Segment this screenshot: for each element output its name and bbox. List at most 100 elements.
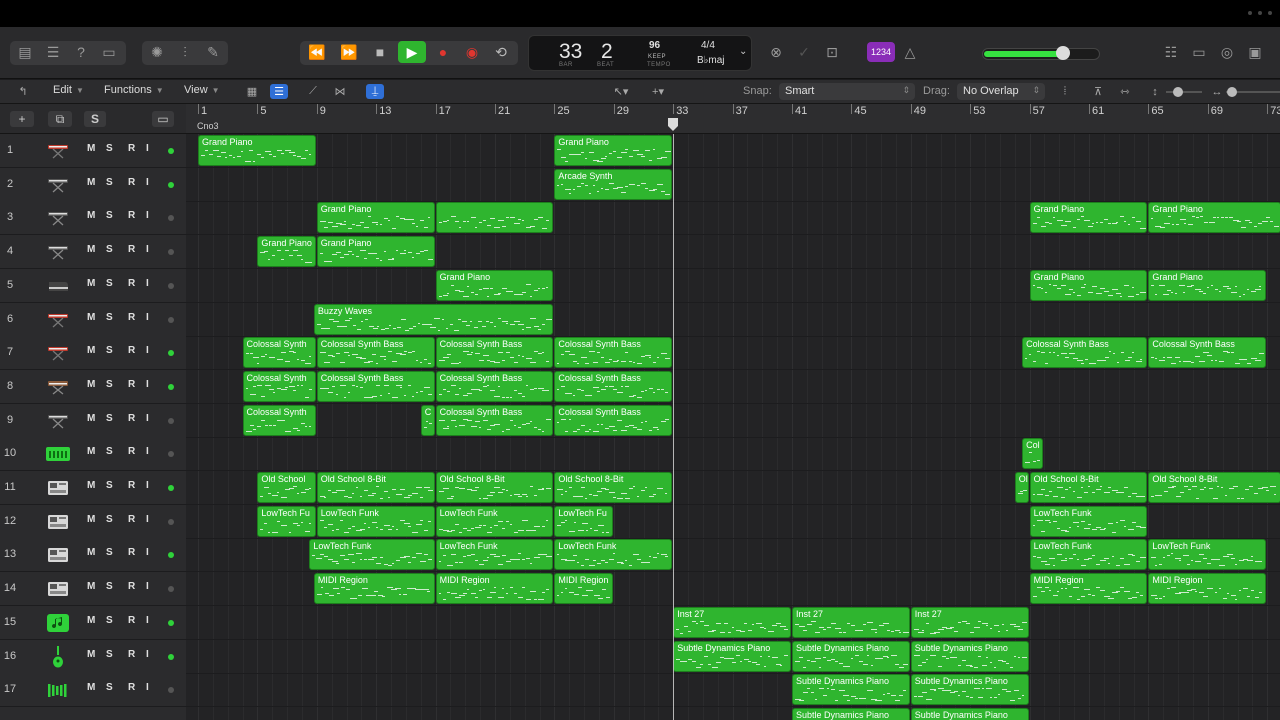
- flex-icon[interactable]: ⋈: [331, 84, 349, 99]
- vibraphone-icon[interactable]: [46, 680, 70, 700]
- midi-region[interactable]: Old School 8-Bit: [316, 472, 435, 503]
- midi-region[interactable]: Grand Piano: [316, 202, 435, 234]
- record-enable-button[interactable]: R: [128, 210, 135, 221]
- track-header[interactable]: 12 M S R I: [0, 504, 186, 539]
- record-enable-button[interactable]: R: [128, 514, 135, 525]
- input-monitor-button[interactable]: I: [146, 682, 149, 693]
- track-lane[interactable]: [186, 168, 1280, 202]
- midi-region[interactable]: MIDI Region: [1148, 573, 1267, 605]
- keyboard-red-icon[interactable]: [46, 141, 70, 161]
- midi-region[interactable]: Subtle Dynamics Piano: [792, 640, 910, 672]
- track-header[interactable]: 5 MS RI: [0, 268, 186, 303]
- midi-region[interactable]: MIDI Region: [1029, 573, 1148, 605]
- inspector-icon[interactable]: ☰: [42, 41, 64, 63]
- midi-region[interactable]: [435, 202, 554, 234]
- rewind-icon[interactable]: ⏪: [306, 41, 328, 63]
- midi-region[interactable]: Ol: [1014, 472, 1029, 503]
- smart-controls-icon[interactable]: ✺: [146, 41, 168, 63]
- record-enable-button[interactable]: R: [128, 480, 135, 491]
- horizontal-fit-icon[interactable]: ⇿: [1116, 84, 1134, 99]
- master-volume-knob[interactable]: [1055, 46, 1070, 60]
- vertical-zoom-icon[interactable]: ↕: [1146, 84, 1164, 99]
- track-activity-dot[interactable]: [168, 417, 174, 424]
- solo-button[interactable]: S: [106, 615, 113, 626]
- midi-region[interactable]: Colossal Synth Bass: [554, 337, 673, 369]
- track-activity-dot[interactable]: [168, 181, 174, 188]
- mute-button[interactable]: M: [87, 615, 95, 626]
- horizontal-zoom-knob[interactable]: [1227, 87, 1237, 97]
- solo-button[interactable]: S: [106, 244, 113, 255]
- track-lane[interactable]: [186, 437, 1280, 472]
- solo-button[interactable]: S: [106, 345, 113, 356]
- midi-region[interactable]: Inst 27: [792, 606, 910, 638]
- solo-button[interactable]: S: [106, 547, 113, 558]
- waveform-zoom-icon[interactable]: ⦙: [1056, 84, 1074, 99]
- midi-region[interactable]: Colossal Synth Bass: [316, 370, 435, 402]
- midi-region[interactable]: Subtle Dynamics Piano: [673, 640, 791, 672]
- midi-region[interactable]: Old School 8-Bit: [1029, 472, 1148, 503]
- midi-region[interactable]: LowTech Funk: [435, 505, 554, 537]
- mute-button[interactable]: M: [87, 278, 95, 289]
- midi-region[interactable]: Arcade Synth: [554, 168, 673, 200]
- input-monitor-button[interactable]: I: [146, 649, 149, 660]
- solo-icon[interactable]: ⊡: [821, 41, 843, 63]
- midi-region[interactable]: Grand Piano: [316, 236, 435, 268]
- record-enable-button[interactable]: R: [128, 177, 135, 188]
- mute-button[interactable]: M: [87, 143, 95, 154]
- input-monitor-button[interactable]: I: [146, 581, 149, 592]
- midi-region[interactable]: LowTech Funk: [554, 539, 673, 571]
- list-view-icon[interactable]: ☰: [270, 84, 288, 99]
- input-monitor-button[interactable]: I: [146, 615, 149, 626]
- midi-region[interactable]: Colossal Synth: [242, 404, 316, 436]
- midi-region[interactable]: Grand Piano: [435, 269, 554, 301]
- midi-region[interactable]: Grand Piano: [554, 135, 673, 166]
- midi-region[interactable]: Old School 8-Bit: [435, 472, 554, 503]
- midi-region[interactable]: LowTech Funk: [309, 539, 435, 571]
- keyboard-red-icon[interactable]: [46, 343, 70, 363]
- solo-button[interactable]: S: [106, 413, 113, 424]
- sampler-icon[interactable]: [46, 512, 70, 532]
- mute-button[interactable]: M: [87, 514, 95, 525]
- keyboard-red-icon[interactable]: [46, 310, 70, 330]
- midi-region[interactable]: Old School 8-Bit: [1148, 472, 1280, 503]
- duplicate-track-button[interactable]: ⧉: [48, 111, 72, 127]
- input-monitor-button[interactable]: I: [146, 547, 149, 558]
- track-header[interactable]: 7 MS RI: [0, 336, 186, 371]
- sampler-icon[interactable]: [46, 579, 70, 599]
- play-icon[interactable]: ▶: [398, 41, 426, 63]
- keyboard-stand-icon[interactable]: [46, 242, 70, 262]
- input-monitor-button[interactable]: I: [146, 312, 149, 323]
- sampler-icon[interactable]: [46, 478, 70, 498]
- record-enable-button[interactable]: R: [128, 413, 135, 424]
- solo-button[interactable]: S: [106, 446, 113, 457]
- toolbar-icon[interactable]: ▭: [98, 41, 120, 63]
- midi-region[interactable]: Colossal Synth Bass: [554, 404, 673, 436]
- add-track-button[interactable]: +: [10, 111, 34, 127]
- track-header[interactable]: 3 MS RI: [0, 201, 186, 236]
- solo-button[interactable]: S: [106, 514, 113, 525]
- back-arrow-icon[interactable]: ↰: [14, 84, 32, 99]
- solo-button[interactable]: S: [106, 480, 113, 491]
- input-monitor-button[interactable]: I: [146, 143, 149, 154]
- stop-icon[interactable]: ■: [369, 41, 391, 63]
- input-monitor-button[interactable]: I: [146, 413, 149, 424]
- input-monitor-button[interactable]: I: [146, 177, 149, 188]
- midi-region[interactable]: Old School: [257, 472, 316, 503]
- solo-button[interactable]: S: [106, 682, 113, 693]
- track-header[interactable]: 11 M S R I: [0, 471, 186, 505]
- track-activity-dot[interactable]: [168, 350, 174, 357]
- track-header[interactable]: 6 MS RI: [0, 302, 186, 337]
- solo-button[interactable]: S: [106, 177, 113, 188]
- playhead[interactable]: [673, 134, 675, 720]
- midi-region[interactable]: Colossal Synth Bass: [1148, 337, 1267, 369]
- mute-button[interactable]: M: [87, 244, 95, 255]
- list-editors-icon[interactable]: ☷: [1160, 41, 1182, 63]
- track-lane[interactable]: [186, 134, 1280, 168]
- solo-button[interactable]: S: [106, 379, 113, 390]
- notepad-icon[interactable]: ▭: [1188, 41, 1210, 63]
- record-enable-button[interactable]: R: [128, 547, 135, 558]
- bar-ruler[interactable]: Cno3 1 5 9 13 17 21 25 29 33 37 41 45 49 53 57 61 65 69 73: [186, 104, 1280, 134]
- midi-region[interactable]: LowTech Funk: [1029, 539, 1148, 571]
- track-activity-dot[interactable]: [168, 653, 174, 660]
- tuner-icon[interactable]: ✓: [793, 41, 815, 63]
